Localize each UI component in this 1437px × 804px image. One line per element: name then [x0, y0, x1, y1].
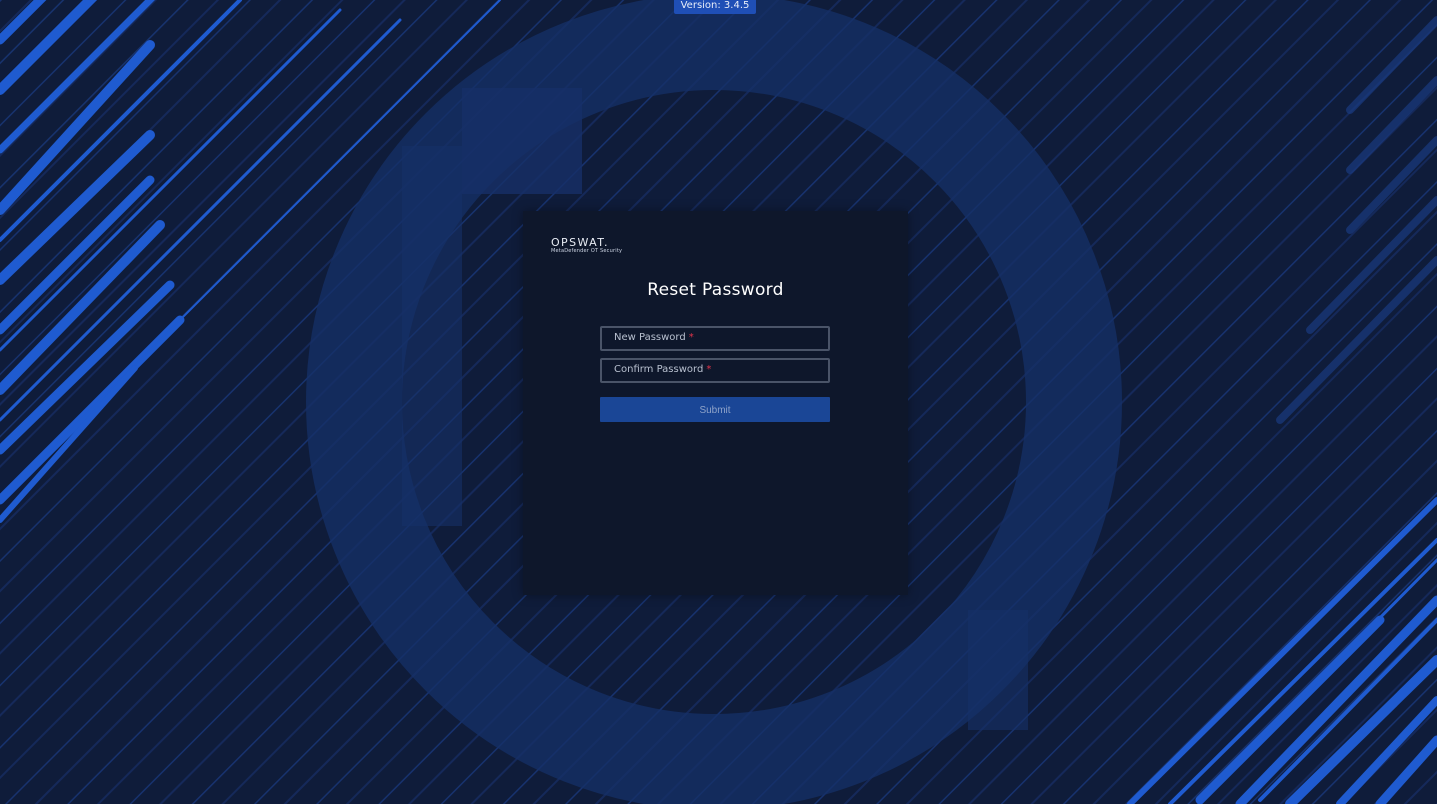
login-background: Version: 3.4.5 OPSWAT. MetaDefender OT S… — [0, 0, 1437, 804]
version-badge: Version: 3.4.5 — [674, 0, 756, 14]
new-password-field[interactable]: New Password * — [600, 326, 830, 351]
submit-button[interactable]: Submit — [600, 397, 830, 422]
confirm-password-field[interactable]: Confirm Password * — [600, 358, 830, 383]
page-title: Reset Password — [647, 280, 784, 300]
new-password-input[interactable] — [602, 328, 828, 349]
logo-wordmark: OPSWAT. — [551, 236, 609, 249]
logo-subtitle: MetaDefender OT Security — [551, 248, 623, 254]
opswat-logo: OPSWAT. MetaDefender OT Security — [551, 237, 622, 255]
confirm-password-input[interactable] — [602, 360, 828, 381]
reset-password-card: OPSWAT. MetaDefender OT Security Reset P… — [523, 211, 908, 595]
